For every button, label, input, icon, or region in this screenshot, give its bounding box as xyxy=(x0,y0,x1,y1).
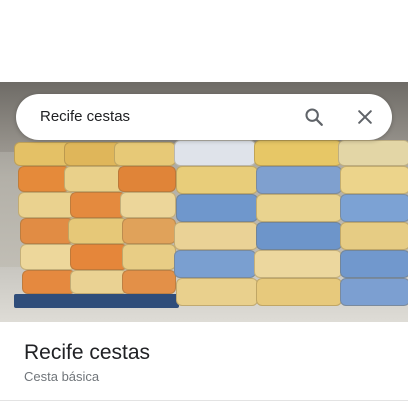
search-button[interactable] xyxy=(298,101,330,133)
place-category: Cesta básica xyxy=(24,369,100,384)
food-bag-stack-left xyxy=(14,142,179,312)
divider xyxy=(0,400,408,401)
top-blank-area xyxy=(0,0,408,82)
search-icon xyxy=(305,108,323,126)
food-bag-stack-right xyxy=(174,140,408,322)
close-icon xyxy=(358,110,372,124)
clear-search-button[interactable] xyxy=(349,101,381,133)
place-title: Recife cestas xyxy=(24,341,151,364)
search-input[interactable]: Recife cestas xyxy=(40,108,130,125)
place-info[interactable]: Recife cestas Cesta básica xyxy=(24,340,150,384)
search-bar[interactable]: Recife cestas xyxy=(16,94,392,140)
